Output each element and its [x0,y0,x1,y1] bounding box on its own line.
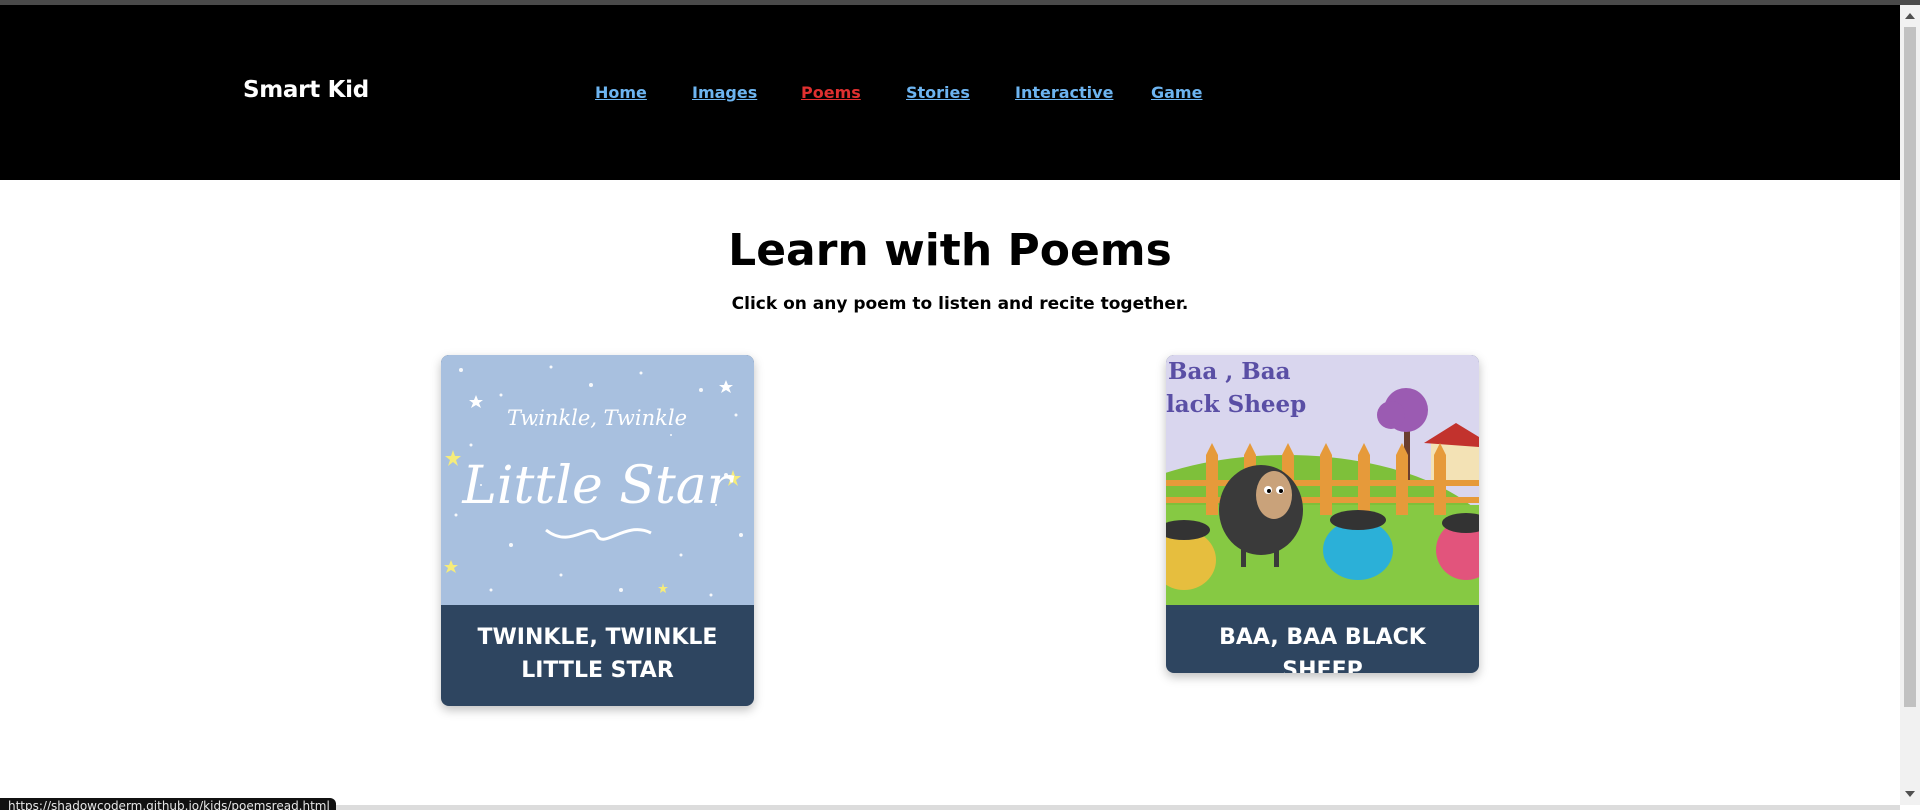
link-status-bar: https://shadowcoderm.github.io/kids/poem… [0,798,336,810]
poem-title-twinkle[interactable]: TWINKLE, TWINKLE LITTLE STAR [441,621,754,687]
page-subtitle: Click on any poem to listen and recite t… [731,294,1189,314]
black-sheep-image: Baa , Baa lack Sheep [1166,355,1479,605]
nav-link-game[interactable]: Game [1151,83,1202,102]
twinkle-star-image: Twinkle, Twinkle Little Star [441,355,754,605]
svg-text:Little Star: Little Star [461,456,734,516]
nav-link-home[interactable]: Home [595,83,647,102]
poem-title-baa-baa[interactable]: BAA, BAA BLACK SHEEP [1166,621,1479,673]
vertical-scrollbar[interactable] [1900,5,1920,805]
poem-card-baa-baa[interactable]: Baa , Baa lack Sheep BAA, BAA BLACK SHEE… [1166,355,1479,673]
site-header: Smart Kid Home Images Poems Stories Inte… [0,5,1900,180]
svg-text:Baa , Baa: Baa , Baa [1168,358,1291,385]
scroll-thumb[interactable] [1904,27,1916,707]
nav-link-poems[interactable]: Poems [801,83,861,102]
nav-link-stories[interactable]: Stories [906,83,970,102]
brand-logo[interactable]: Smart Kid [243,77,369,103]
scroll-up-arrow-icon[interactable] [1905,13,1915,19]
poem-card-twinkle[interactable]: Twinkle, Twinkle Little Star TWINKLE, TW… [441,355,754,706]
svg-text:lack Sheep: lack Sheep [1166,391,1306,418]
nav-link-interactive[interactable]: Interactive [1015,83,1113,102]
svg-text:Twinkle, Twinkle: Twinkle, Twinkle [507,406,687,430]
scroll-down-arrow-icon[interactable] [1905,791,1915,797]
nav-link-images[interactable]: Images [692,83,757,102]
page-title: Learn with Poems [728,225,1172,276]
